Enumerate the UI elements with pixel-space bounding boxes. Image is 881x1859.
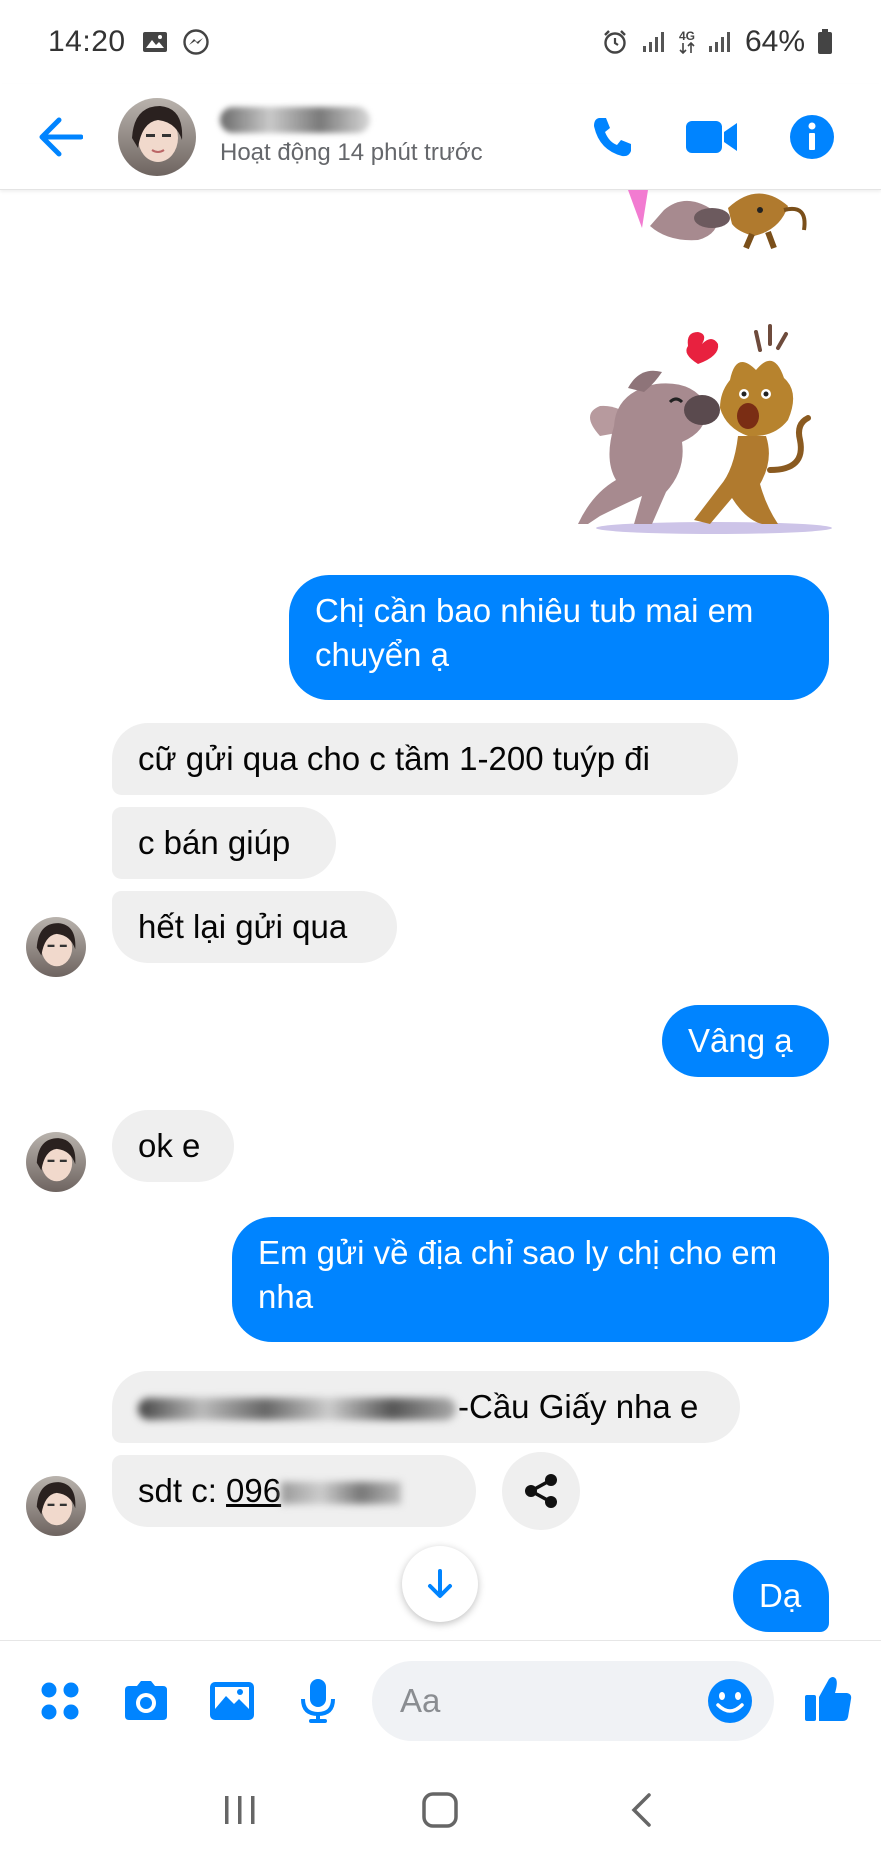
arrow-down-icon [428,1569,452,1598]
message-text: c bán giúp [138,824,291,861]
contact-name-redacted [220,106,370,133]
emoji-button[interactable] [702,1673,758,1729]
message-text: -Cầu Giấy nha e [458,1388,699,1425]
message-text: Vâng ạ [688,1022,793,1059]
contact-avatar[interactable] [118,97,196,176]
message-text: hết lại gửi qua [138,908,348,945]
address-redacted [138,1398,456,1421]
phone-number-redacted [281,1482,402,1505]
message-incoming[interactable]: cữ gửi qua cho c tầm 1-200 tuýp đi [112,723,738,795]
battery-icon [817,29,833,55]
scroll-to-bottom-button[interactable] [402,1546,478,1622]
info-button[interactable] [785,110,839,164]
message-text: Em gửi về địa chỉ sao ly chị cho em nha [258,1234,778,1315]
share-icon [525,1474,557,1508]
message-outgoing[interactable]: Chị cần bao nhiêu tub mai em chuyển ạ [289,575,829,700]
gallery-notification-icon [142,31,168,53]
call-button[interactable] [585,110,639,164]
message-outgoing[interactable]: Em gửi về địa chỉ sao ly chị cho em nha [232,1217,829,1342]
chevron-left-icon [631,1792,651,1827]
sender-avatar[interactable] [26,917,86,977]
contact-info[interactable]: Hoạt động 14 phút trước [220,106,483,167]
message-incoming-address[interactable]: -Cầu Giấy nha e [112,1371,740,1443]
phone-number-visible: 096 [226,1472,282,1509]
sticker-dog-kisses-cat[interactable] [570,320,832,540]
system-navigation-bar [0,1760,881,1859]
camera-icon [125,1680,167,1720]
signal-icon-2 [707,30,733,54]
image-icon [210,1681,254,1720]
four-dots-icon [41,1682,79,1719]
message-text: Dạ [759,1577,802,1614]
conversation-header: Hoạt động 14 phút trước [0,84,881,190]
arrow-left-icon [39,117,83,156]
signal-icon [641,30,667,54]
microphone-icon [301,1678,335,1723]
message-text: ok e [138,1127,201,1164]
share-button[interactable] [502,1452,580,1530]
system-back-button[interactable] [611,1780,671,1840]
like-button[interactable] [448,1673,504,1729]
status-time: 14:20 [48,25,126,58]
sticker-dog-cat-partial[interactable] [628,190,818,250]
message-incoming[interactable]: c bán giúp [112,807,336,879]
sender-avatar[interactable] [26,1476,86,1536]
status-bar: 14:20 4G 64% [0,0,881,84]
message-text: Chị cần bao nhiêu tub mai em chuyển ạ [315,592,754,673]
thumbs-up-button[interactable] [800,1671,856,1727]
message-text: cữ gửi qua cho c tầm 1-200 tuýp đi [138,740,650,777]
phone-icon [594,117,631,156]
network-label: 4G [678,29,695,43]
back-button[interactable] [28,105,92,169]
smiley-icon [708,1679,752,1723]
messenger-notification-icon [182,28,210,56]
home-button[interactable] [410,1780,470,1840]
voice-record-button[interactable] [290,1673,346,1729]
video-camera-icon [686,120,737,153]
network-4g-icon: 4G [679,30,695,54]
message-text: sdt c: [138,1472,227,1509]
recent-apps-button[interactable] [210,1780,270,1840]
message-composer [0,1640,881,1760]
more-actions-button[interactable] [32,1673,88,1729]
sender-avatar[interactable] [26,1132,86,1192]
message-incoming[interactable]: ok e [112,1110,234,1182]
thumbs-up-icon [805,1677,852,1721]
message-incoming[interactable]: hết lại gửi qua [112,891,397,963]
contact-active-status: Hoạt động 14 phút trước [220,138,483,166]
info-icon [790,114,834,159]
battery-percent: 64% [744,25,805,58]
message-list[interactable]: Chị cần bao nhiêu tub mai em chuyển ạ cữ… [0,190,881,1640]
camera-button[interactable] [118,1673,174,1729]
alarm-icon [601,28,629,56]
gallery-button[interactable] [204,1673,260,1729]
message-outgoing[interactable]: Dạ [733,1560,829,1632]
message-incoming-phone[interactable]: sdt c: 096 [112,1455,476,1527]
video-call-button[interactable] [685,110,739,164]
message-outgoing[interactable]: Vâng ạ [662,1005,829,1077]
phone-number-link[interactable]: 096 [226,1472,402,1509]
recent-apps-icon [225,1795,255,1824]
home-icon [422,1791,459,1828]
